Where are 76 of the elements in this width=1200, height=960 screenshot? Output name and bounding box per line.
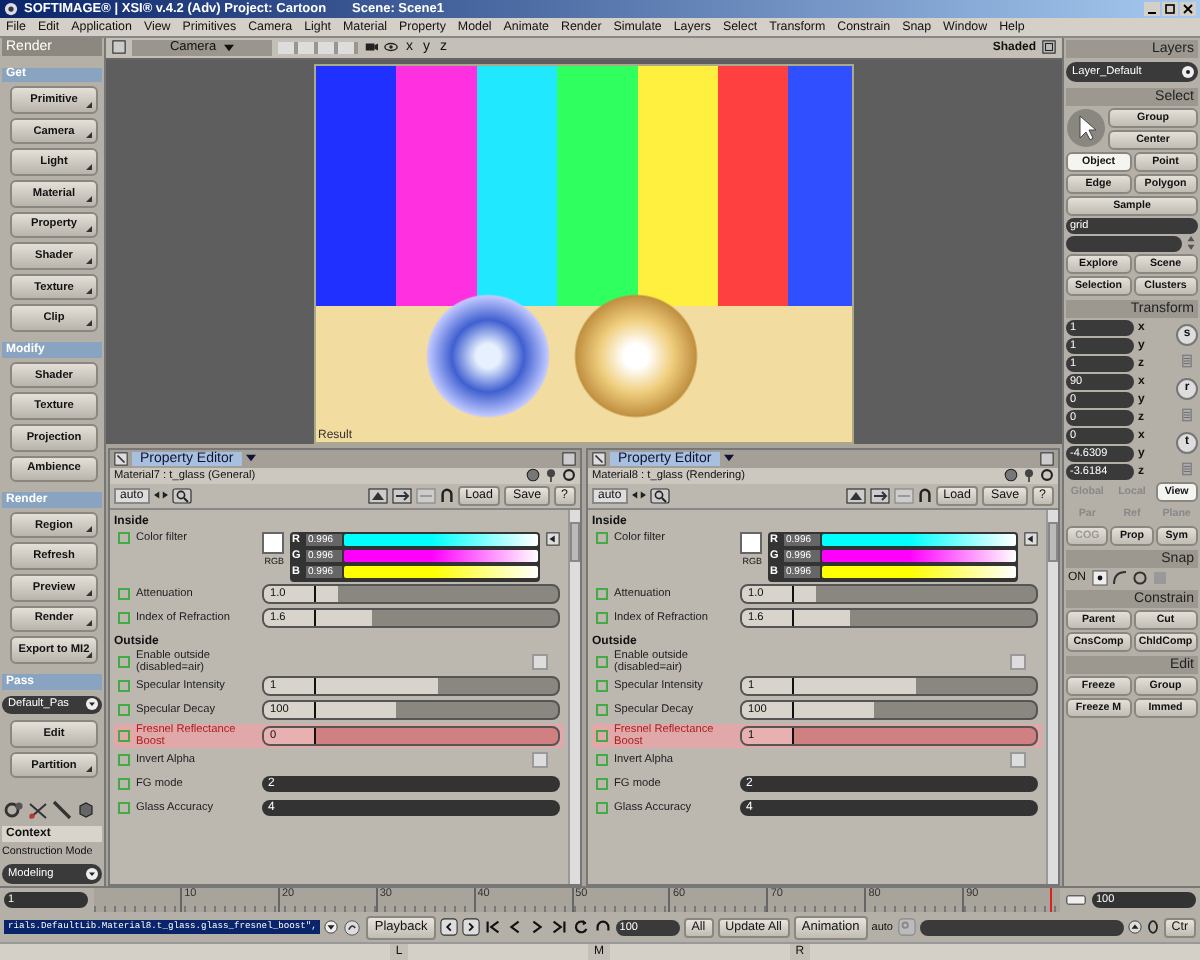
animation-toggle[interactable] (118, 531, 130, 544)
checkbox[interactable] (532, 752, 548, 769)
last-frame-icon[interactable] (549, 918, 568, 937)
viewport-icon[interactable] (112, 40, 126, 55)
magnifier-icon[interactable] (649, 487, 670, 504)
caret-icon[interactable] (224, 43, 235, 52)
editor-icon[interactable] (592, 451, 606, 466)
menu-arrow-icon[interactable] (86, 257, 92, 264)
camera-icon[interactable] (364, 40, 378, 55)
filter-field[interactable] (1066, 235, 1182, 252)
menu-arrow-icon[interactable] (86, 589, 92, 596)
dropdown-arrow-icon[interactable] (86, 867, 98, 880)
key-field[interactable] (919, 919, 1124, 936)
radio-dot-icon[interactable] (1182, 65, 1194, 78)
magnifier-icon[interactable] (171, 487, 192, 504)
zero-icon[interactable] (1145, 920, 1160, 935)
color-swatch[interactable] (262, 531, 284, 554)
animation-toggle[interactable] (596, 531, 608, 544)
pencil-icon[interactable] (52, 800, 72, 821)
first-frame-icon[interactable] (483, 918, 502, 937)
color-picker-icon[interactable] (546, 531, 560, 546)
app-icon (4, 2, 18, 17)
play-icon[interactable] (527, 918, 546, 937)
menu-arrow-icon[interactable] (86, 101, 92, 108)
dropdown-icon[interactable] (324, 920, 339, 935)
scissors-icon[interactable] (28, 800, 48, 821)
editor-icon[interactable] (114, 451, 128, 466)
right-arrow-icon[interactable] (391, 487, 412, 504)
menu-arrow-icon[interactable] (86, 620, 92, 627)
menu-arrow-icon[interactable] (86, 288, 92, 295)
maximize-icon[interactable] (1042, 40, 1056, 55)
arrows-icon[interactable] (631, 488, 646, 503)
dropdown-arrow-icon[interactable] (86, 698, 98, 711)
magnet-icon[interactable] (439, 488, 454, 503)
maximize-button[interactable] (1162, 2, 1178, 17)
menu-arrow-icon[interactable] (86, 651, 92, 658)
color-swatch[interactable] (740, 531, 762, 554)
menu-arrow-icon[interactable] (86, 526, 92, 533)
up-arrow-icon[interactable] (367, 487, 388, 504)
previous-key-icon[interactable] (439, 918, 458, 937)
checkbox[interactable] (532, 653, 548, 670)
menu-arrow-icon[interactable] (86, 320, 92, 326)
minimize-button[interactable] (1144, 2, 1160, 17)
point-snap-icon[interactable] (1092, 569, 1108, 586)
close-button[interactable] (1180, 2, 1196, 17)
window-icon[interactable] (562, 451, 576, 466)
pin-icon[interactable] (1022, 468, 1036, 483)
loop-icon[interactable] (571, 918, 590, 937)
scrollbar[interactable] (1046, 509, 1058, 884)
up-icon[interactable] (1127, 920, 1142, 935)
curve-snap-icon[interactable] (1112, 569, 1128, 586)
arrows-icon[interactable] (153, 488, 168, 503)
arrows-icon[interactable] (1184, 236, 1198, 251)
checkbox[interactable] (1010, 653, 1026, 670)
viewport-toolbar (278, 41, 358, 54)
right-arrow-icon[interactable] (869, 487, 890, 504)
menu-arrow-icon[interactable] (86, 226, 92, 233)
cube-icon[interactable] (76, 800, 96, 821)
caret-icon[interactable] (245, 454, 256, 463)
up-arrow-icon[interactable] (845, 487, 866, 504)
next-key-icon[interactable] (461, 918, 480, 937)
magnet-icon[interactable] (917, 488, 932, 503)
color-picker-icon[interactable] (1024, 531, 1038, 546)
menu-arrow-icon[interactable] (86, 195, 92, 202)
menu-arrow-icon[interactable] (86, 132, 92, 139)
eye-icon[interactable] (384, 40, 398, 55)
window-icon[interactable] (1040, 451, 1054, 466)
scrollbar[interactable] (568, 509, 580, 884)
play-backward-icon[interactable] (505, 918, 524, 937)
checkbox[interactable] (1010, 752, 1026, 769)
caret-icon[interactable] (723, 454, 734, 463)
menu-arrow-icon[interactable] (86, 766, 92, 773)
menu-arrow-icon[interactable] (86, 164, 92, 171)
gears-icon[interactable] (4, 800, 24, 821)
keyboard-icon[interactable] (1066, 892, 1086, 909)
pin-icon[interactable] (544, 468, 558, 483)
